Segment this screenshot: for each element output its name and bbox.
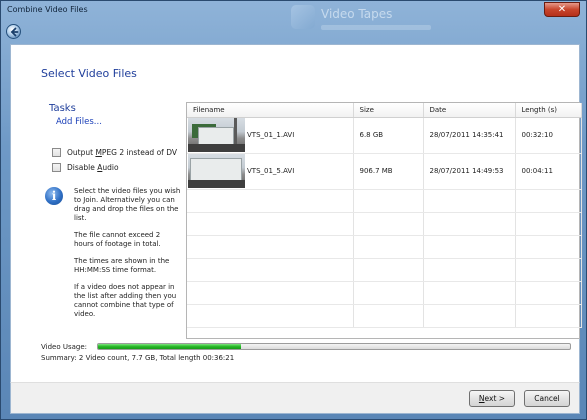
tasks-heading: Tasks xyxy=(49,103,76,114)
output-mpeg2-label-post: PEG 2 instead of DV xyxy=(101,148,177,157)
video-thumbnail xyxy=(188,118,245,152)
page-title: Select Video Files xyxy=(41,67,137,80)
disable-audio-label-pre: Disable xyxy=(67,163,98,172)
filename: VTS_01_5.AVI xyxy=(247,167,295,175)
next-button[interactable]: Next > xyxy=(469,390,515,407)
size-cell: 6.8 GB xyxy=(353,117,424,154)
help-paragraph: Select the video files you wish to Join.… xyxy=(74,187,181,222)
date-cell: 28/07/2011 14:49:53 xyxy=(423,153,516,190)
help-paragraph: If a video does not appear in the list a… xyxy=(74,283,177,318)
window-title: Combine Video Files xyxy=(7,5,88,14)
back-button[interactable] xyxy=(6,24,21,39)
video-usage-progress-fill xyxy=(98,344,241,349)
filename-cell: VTS_01_1.AVI xyxy=(187,117,354,154)
next-button-label: ext > xyxy=(484,394,506,403)
empty-row xyxy=(187,258,582,282)
disable-audio-checkbox[interactable] xyxy=(52,163,61,172)
help-paragraph: The times are shown in the HH:MM:SS time… xyxy=(74,257,170,274)
output-mpeg2-label: Output MPEG 2 instead of DV xyxy=(67,148,177,157)
output-mpeg2-label-pre: Output xyxy=(67,148,96,157)
column-header-date[interactable]: Date xyxy=(423,103,516,118)
background-app-subtitle-bar xyxy=(321,25,431,30)
empty-row xyxy=(187,212,582,236)
output-mpeg2-checkbox[interactable] xyxy=(52,148,61,157)
empty-row xyxy=(187,281,582,305)
length-cell: 00:32:10 xyxy=(515,117,582,154)
filename: VTS_01_1.AVI xyxy=(247,131,295,139)
info-icon: i xyxy=(45,187,63,205)
video-usage-progress-bar xyxy=(97,343,571,350)
arrow-left-icon xyxy=(10,27,19,37)
add-files-link[interactable]: Add Files... xyxy=(56,117,102,127)
app-window: Combine Video Files Video Tapes ✕ Select… xyxy=(0,0,587,420)
table-row[interactable]: VTS_01_5.AVI 906.7 MB 28/07/2011 14:49:5… xyxy=(187,153,582,190)
background-app-icon xyxy=(291,5,315,29)
cancel-button[interactable]: Cancel xyxy=(524,390,570,407)
wizard-footer: Next > Cancel xyxy=(10,382,580,414)
disable-audio-label-post: udio xyxy=(102,163,119,172)
column-header-size[interactable]: Size xyxy=(353,103,424,118)
usage-summary: Summary: 2 Video count, 7.7 GB, Total le… xyxy=(41,354,235,362)
video-file-list[interactable]: Filename Size Date Length (s) VTS_01_1.A… xyxy=(186,102,582,339)
disable-audio-label: Disable Audio xyxy=(67,163,119,172)
video-usage-label: Video Usage: xyxy=(41,343,88,351)
help-paragraph: The file cannot exceed 2 hours of footag… xyxy=(74,231,161,248)
table-row[interactable]: VTS_01_1.AVI 6.8 GB 28/07/2011 14:35:41 … xyxy=(187,117,582,154)
length-cell: 00:04:11 xyxy=(515,153,582,190)
column-header-filename[interactable]: Filename xyxy=(187,103,354,118)
video-thumbnail xyxy=(188,154,245,188)
close-icon: ✕ xyxy=(557,4,567,15)
date-cell: 28/07/2011 14:35:41 xyxy=(423,117,516,154)
title-bar: Combine Video Files Video Tapes ✕ xyxy=(1,1,586,31)
empty-row xyxy=(187,189,582,213)
empty-row xyxy=(187,235,582,259)
close-button[interactable]: ✕ xyxy=(544,2,580,17)
output-mpeg2-option[interactable]: Output MPEG 2 instead of DV xyxy=(52,148,177,157)
empty-row xyxy=(187,304,582,328)
background-app-title: Video Tapes xyxy=(321,7,393,21)
disable-audio-option[interactable]: Disable Audio xyxy=(52,163,119,172)
background-app-ghost: Video Tapes xyxy=(291,5,451,41)
column-header-length[interactable]: Length (s) xyxy=(515,103,582,118)
filename-cell: VTS_01_5.AVI xyxy=(187,153,354,190)
size-cell: 906.7 MB xyxy=(353,153,424,190)
